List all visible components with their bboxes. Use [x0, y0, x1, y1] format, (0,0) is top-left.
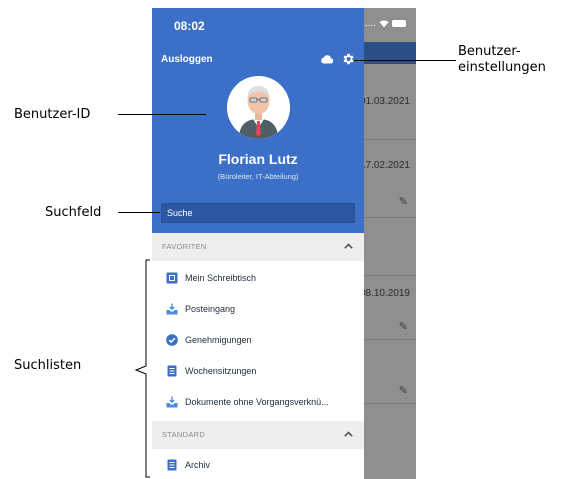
sidebar-item-label: Genehmigungen [185, 335, 252, 345]
navigation-drawer: 08:02 Ausloggen Florian Lutz (Büroleiter… [152, 8, 364, 479]
desk-icon [166, 272, 178, 284]
sidebar-item-genehmigungen[interactable]: Genehmigungen [152, 326, 364, 356]
user-role: (Büroleiter, IT-Abteilung) [217, 172, 299, 181]
background-row[interactable]: a... 17.02.2021 ✎ [343, 140, 416, 218]
section-header-standard[interactable]: STANDARD [152, 421, 364, 449]
annotation-user-settings: Benutzer- einstellungen [458, 44, 546, 76]
sidebar-item-label: Mein Schreibtisch [185, 273, 257, 283]
document-icon [167, 365, 177, 377]
sidebar-item-mein-schreibtisch[interactable]: Mein Schreibtisch [152, 264, 364, 294]
annotation-bracket [134, 259, 150, 478]
sidebar-item-posteingang[interactable]: Posteingang [152, 295, 364, 325]
annotation-text: Benutzer- [458, 44, 521, 59]
sidebar-item-label: Dokumente ohne Vorgangsverknü... [185, 397, 329, 407]
annotation-line [354, 60, 456, 61]
phone-screen: 01.03.2021 a... 17.02.2021 ✎ 08.10.2019 … [152, 8, 416, 479]
battery-icon [392, 20, 406, 27]
check-circle-icon [166, 334, 178, 346]
annotation-search-lists: Suchlisten [14, 358, 82, 373]
section-title: FAVORITEN [162, 242, 207, 251]
background-row-date: 01.03.2021 [359, 96, 410, 107]
avatar[interactable] [227, 76, 290, 139]
status-icons: .... [365, 18, 406, 29]
background-row[interactable]: 08.10.2019 ✎ [360, 276, 416, 340]
gear-icon[interactable] [341, 52, 355, 66]
document-icon [167, 459, 177, 471]
section-header-favoriten[interactable]: FAVORITEN [152, 233, 364, 261]
annotation-search-field: Suchfeld [45, 205, 102, 220]
background-row-date: 08.10.2019 [359, 288, 410, 299]
wifi-icon [379, 20, 389, 27]
annotation-line [118, 114, 206, 115]
user-avatar-icon [227, 76, 290, 139]
sidebar-item-label: Wochensitzungen [185, 366, 257, 376]
inbox-icon [166, 303, 178, 315]
background-row[interactable]: 01.03.2021 [360, 64, 416, 140]
background-row[interactable] [364, 218, 416, 276]
annotation-text: einstellungen [458, 60, 546, 75]
sidebar-item-archiv[interactable]: Archiv [152, 451, 364, 479]
sidebar-item-label: Archiv [185, 460, 211, 470]
sidebar-item-dokumente-ohne-vorgangsverknuepfung[interactable]: Dokumente ohne Vorgangsverknü... [152, 388, 364, 418]
sidebar-item-wochensitzungen[interactable]: Wochensitzungen [152, 357, 364, 387]
search-input[interactable] [162, 204, 354, 222]
status-time: 08:02 [174, 19, 205, 33]
annotation-user-id: Benutzer-ID [14, 107, 91, 122]
annotation-line [118, 212, 160, 213]
inbox-icon [166, 396, 178, 408]
search-field[interactable] [161, 203, 355, 223]
signal-dots: .... [364, 18, 376, 29]
sidebar-item-label: Posteingang [185, 304, 236, 314]
paperclip-icon: ✎ [398, 196, 408, 208]
paperclip-icon: ✎ [398, 321, 408, 333]
chevron-up-icon[interactable] [344, 431, 353, 437]
user-name: Florian Lutz [218, 151, 298, 167]
paperclip-icon: ✎ [398, 385, 408, 397]
cloud-icon[interactable] [320, 54, 334, 64]
drawer-header: 08:02 Ausloggen Florian Lutz (Büroleiter… [152, 8, 364, 233]
background-row[interactable] [364, 404, 416, 479]
background-row[interactable]: ✎ [364, 340, 416, 404]
chevron-up-icon[interactable] [344, 243, 353, 249]
section-title: STANDARD [162, 430, 206, 439]
logout-button[interactable]: Ausloggen [161, 54, 213, 65]
